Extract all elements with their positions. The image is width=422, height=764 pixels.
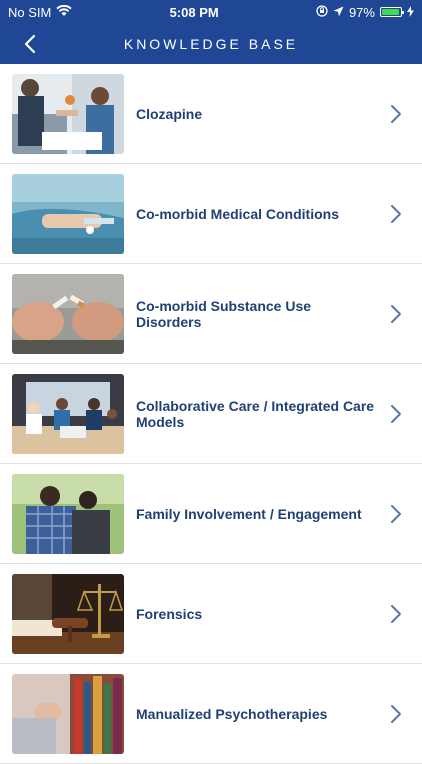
family-embrace-photo	[12, 473, 124, 554]
list-item-label: Manualized Psychotherapies	[136, 705, 328, 722]
rotation-lock-icon	[316, 4, 328, 20]
chevron-right-icon	[391, 304, 401, 323]
list-item-family-involvement[interactable]: Family Involvement / Engagement	[0, 464, 422, 564]
list-item-label: Co-morbid Substance Use Disorders	[136, 297, 312, 330]
carrier-label: No SIM	[8, 4, 52, 20]
list-item-comorbid-substance[interactable]: Co-morbid Substance Use Disorders	[0, 264, 422, 364]
navigation-bar: KNOWLEDGE BASE	[0, 24, 422, 64]
chevron-right-icon	[391, 404, 401, 423]
team-meeting-photo	[12, 373, 124, 454]
battery-icon	[379, 7, 404, 17]
battery-percent: 97%	[348, 4, 375, 20]
bookshelf-photo	[12, 673, 124, 754]
broken-cigarette-photo	[12, 273, 124, 354]
chevron-right-icon	[391, 704, 401, 723]
back-button[interactable]	[12, 24, 48, 64]
status-bar: No SIM 5:08 PM 97%	[0, 0, 422, 24]
list-item-label: Co-morbid Medical Conditions	[136, 205, 339, 222]
hospital-patient-photo	[12, 173, 124, 254]
chevron-right-icon	[391, 104, 401, 123]
gavel-scales-photo	[12, 573, 124, 654]
chevron-right-icon	[391, 204, 401, 223]
clock: 5:08 PM	[169, 4, 219, 20]
chevron-right-icon	[391, 504, 401, 523]
list-item-label: Collaborative Care / Integrated Care Mod…	[136, 397, 375, 430]
list-item-collaborative-care[interactable]: Collaborative Care / Integrated Care Mod…	[0, 364, 422, 464]
list-item-label: Family Involvement / Engagement	[136, 505, 362, 522]
list-item-comorbid-medical[interactable]: Co-morbid Medical Conditions	[0, 164, 422, 264]
chevron-left-icon	[24, 34, 36, 54]
list-item-label: Clozapine	[136, 105, 203, 122]
charging-bolt-icon	[406, 5, 414, 20]
list-item-manualized-psychotherapies[interactable]: Manualized Psychotherapies	[0, 664, 422, 764]
page-title: KNOWLEDGE BASE	[123, 36, 299, 52]
clinician-consultation-photo	[12, 73, 124, 154]
chevron-right-icon	[391, 604, 401, 623]
list-item-label: Forensics	[136, 605, 203, 622]
location-arrow-icon	[333, 5, 344, 20]
knowledge-base-list: Clozapine Co-morbid Medical Conditions C…	[0, 64, 422, 764]
wifi-icon	[56, 4, 73, 20]
list-item-clozapine[interactable]: Clozapine	[0, 64, 422, 164]
list-item-forensics[interactable]: Forensics	[0, 564, 422, 664]
